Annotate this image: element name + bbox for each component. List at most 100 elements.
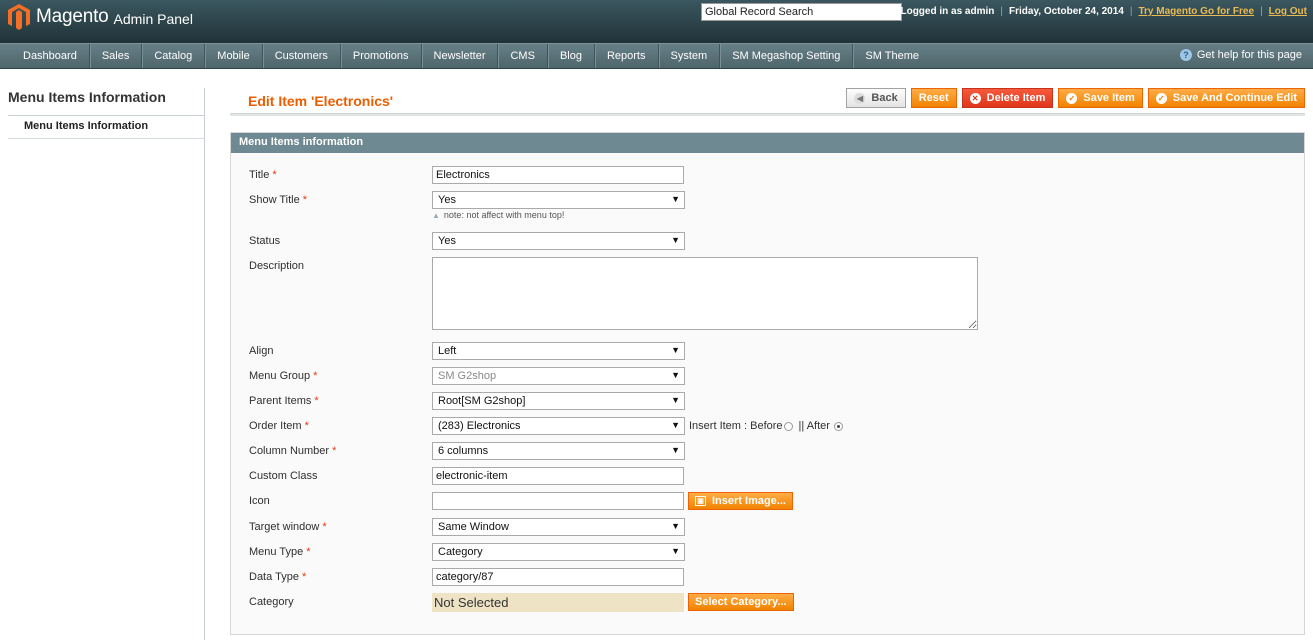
nav-item-sm-theme[interactable]: SM Theme — [853, 44, 931, 68]
row-parent-items: Parent Items * Root[SM G2shop] ▼ — [249, 392, 685, 410]
admin-header: Magento Admin Panel Logged in as admin |… — [0, 0, 1313, 43]
dropdown-arrow-icon: ▼ — [671, 521, 680, 531]
nav-item-cms[interactable]: CMS — [498, 44, 548, 68]
check-icon: ✓ — [1066, 92, 1078, 104]
target-window-label: Target window * — [249, 521, 327, 533]
description-label: Description — [249, 260, 305, 272]
align-select[interactable]: Left ▼ — [432, 342, 685, 360]
reset-button[interactable]: Reset — [910, 88, 957, 108]
row-show-title: Show Title * Yes ▼ — [249, 191, 685, 209]
dropdown-arrow-icon: ▼ — [671, 546, 680, 556]
sidebar-title: Menu Items Information — [8, 88, 204, 116]
header-user-bar: Logged in as admin | Friday, October 24,… — [900, 6, 1307, 17]
icon-input[interactable] — [432, 492, 684, 510]
logout-link[interactable]: Log Out — [1269, 6, 1307, 17]
help-link[interactable]: ? Get help for this page — [1179, 49, 1302, 61]
row-column-number: Column Number * 6 columns ▼ — [249, 442, 685, 460]
insert-after-label: || After — [798, 420, 830, 432]
row-target-window: Target window * Same Window ▼ — [249, 518, 685, 536]
nav-item-catalog[interactable]: Catalog — [142, 44, 206, 68]
status-label: Status — [249, 235, 281, 247]
column-number-select[interactable]: 6 columns ▼ — [432, 442, 685, 460]
title-input[interactable] — [432, 166, 684, 184]
status-select[interactable]: Yes ▼ — [432, 232, 685, 250]
separator: | — [1000, 6, 1003, 17]
menu-type-select[interactable]: Category ▼ — [432, 543, 685, 561]
order-item-select[interactable]: (283) Electronics ▼ — [432, 417, 685, 435]
target-window-select[interactable]: Same Window ▼ — [432, 518, 685, 536]
insert-before-label: Insert Item : Before — [689, 420, 783, 432]
back-icon: ◀ — [854, 92, 866, 104]
parent-items-label: Parent Items * — [249, 395, 319, 407]
sidebar-tab-menu-items-information[interactable]: Menu Items Information — [8, 116, 204, 139]
data-type-label: Data Type * — [249, 571, 307, 583]
menu-group-select[interactable]: SM G2shop ▼ — [432, 367, 685, 385]
logged-in-text: Logged in as admin — [900, 6, 995, 17]
title-label: Title * — [249, 169, 277, 181]
magento-logo[interactable]: Magento Admin Panel — [8, 4, 193, 30]
save-item-button[interactable]: ✓ Save Item — [1058, 88, 1143, 108]
row-category: Category Not Selected Select Category... — [249, 592, 794, 612]
menu-type-label: Menu Type * — [249, 546, 311, 558]
custom-class-input[interactable] — [432, 467, 684, 485]
order-item-label: Order Item * — [249, 420, 309, 432]
parent-items-select[interactable]: Root[SM G2shop] ▼ — [432, 392, 685, 410]
delete-icon: ✕ — [969, 92, 981, 104]
nav-item-newsletter[interactable]: Newsletter — [422, 44, 499, 68]
current-date: Friday, October 24, 2014 — [1009, 6, 1124, 17]
try-magento-go-link[interactable]: Try Magento Go for Free — [1138, 6, 1254, 17]
data-type-input[interactable] — [432, 568, 684, 586]
separator: | — [1129, 6, 1133, 17]
save-label: Save Item — [1083, 92, 1135, 104]
insert-after-radio[interactable] — [833, 421, 843, 431]
nav-item-dashboard[interactable]: Dashboard — [11, 44, 90, 68]
help-icon: ? — [1179, 49, 1192, 61]
global-search-input[interactable] — [701, 3, 902, 21]
row-icon: Icon ▣ Insert Image... — [249, 492, 793, 510]
dropdown-arrow-icon: ▼ — [671, 345, 680, 355]
section-title: Menu Items information — [231, 133, 1304, 153]
insert-image-button[interactable]: ▣ Insert Image... — [688, 492, 793, 510]
nav-item-customers[interactable]: Customers — [263, 44, 341, 68]
insert-image-label: Insert Image... — [712, 495, 786, 507]
show-title-note: ▲ note: not affect with menu top! — [432, 210, 565, 220]
nav-item-mobile[interactable]: Mobile — [205, 44, 263, 68]
select-category-button[interactable]: Select Category... — [688, 593, 794, 611]
dropdown-arrow-icon: ▼ — [671, 445, 680, 455]
dropdown-arrow-icon: ▼ — [671, 370, 680, 380]
note-arrow-icon: ▲ — [432, 211, 440, 220]
image-icon: ▣ — [695, 496, 706, 506]
row-description: Description — [249, 257, 432, 275]
back-label: Back — [871, 92, 898, 104]
row-status: Status Yes ▼ — [249, 232, 685, 250]
description-textarea[interactable] — [432, 257, 978, 330]
insert-before-radio[interactable] — [783, 421, 793, 431]
align-label: Align — [249, 345, 274, 357]
nav-item-system[interactable]: System — [659, 44, 721, 68]
show-title-select[interactable]: Yes ▼ — [432, 191, 685, 209]
select-category-label: Select Category... — [695, 596, 787, 608]
menu-group-label: Menu Group * — [249, 370, 318, 382]
nav-item-sm-megashop-setting[interactable]: SM Megashop Setting — [720, 44, 854, 68]
save-and-continue-button[interactable]: ✓ Save And Continue Edit — [1147, 88, 1305, 108]
delete-item-button[interactable]: ✕ Delete Item — [961, 88, 1054, 108]
sidebar: Menu Items Information Menu Items Inform… — [8, 88, 205, 640]
back-button[interactable]: ◀ Back — [846, 88, 906, 108]
nav-item-promotions[interactable]: Promotions — [341, 44, 422, 68]
dropdown-arrow-icon: ▼ — [671, 194, 680, 204]
row-menu-type: Menu Type * Category ▼ — [249, 543, 685, 561]
category-value: Not Selected — [432, 592, 684, 612]
custom-class-label: Custom Class — [249, 470, 318, 482]
nav-item-sales[interactable]: Sales — [90, 44, 143, 68]
show-title-label: Show Title * — [249, 194, 308, 206]
main-nav: Dashboard Sales Catalog Mobile Customers… — [0, 43, 1313, 69]
insert-position-group: Insert Item : Before || After — [689, 420, 846, 432]
dropdown-arrow-icon: ▼ — [671, 235, 680, 245]
title-divider — [230, 113, 1305, 116]
dropdown-arrow-icon: ▼ — [671, 420, 680, 430]
magento-logo-icon — [8, 4, 30, 30]
row-custom-class: Custom Class — [249, 467, 684, 485]
nav-item-blog[interactable]: Blog — [548, 44, 595, 68]
help-label: Get help for this page — [1196, 49, 1302, 61]
nav-item-reports[interactable]: Reports — [595, 44, 659, 68]
